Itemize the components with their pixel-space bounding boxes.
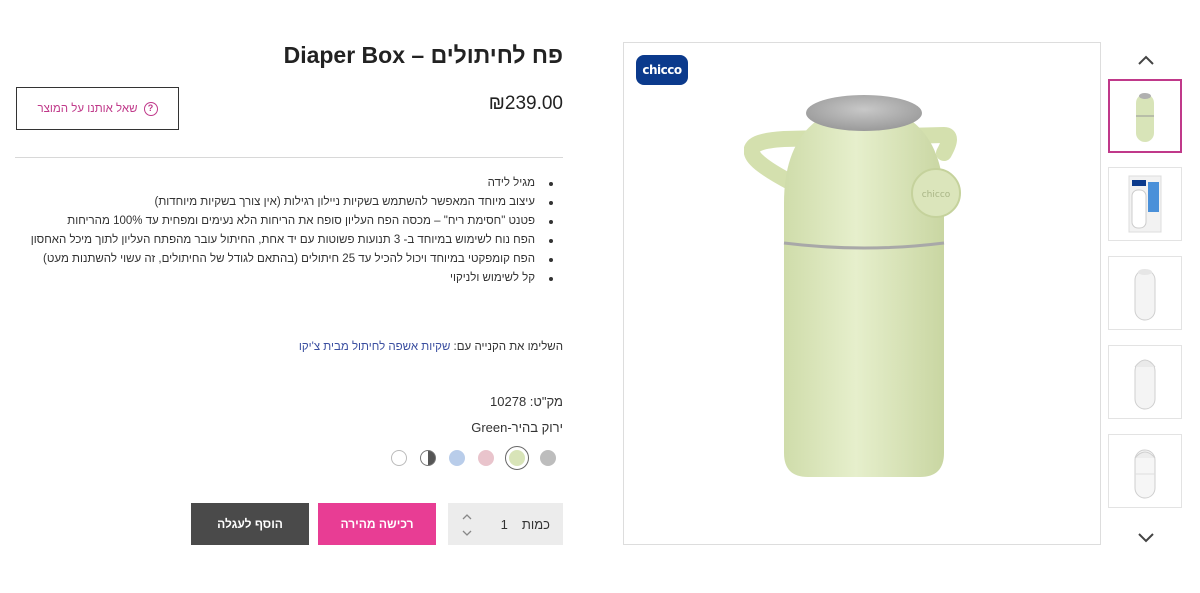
feature-item: מגיל לידה: [0, 174, 553, 193]
add-to-cart-button[interactable]: הוסף לעגלה: [191, 503, 309, 545]
question-icon: ?: [143, 101, 158, 116]
swatch-light-green[interactable]: [505, 446, 529, 470]
sku-label: מק"ט: 10278: [490, 394, 563, 409]
decrease-icon[interactable]: [460, 527, 474, 539]
features-list: מגיל לידה עיצוב מיוחד המאפשר להשתמש בשקי…: [0, 174, 563, 288]
divider: [15, 157, 563, 158]
swatch-pink[interactable]: [476, 448, 496, 468]
quantity-value[interactable]: 1: [501, 517, 508, 532]
complete-purchase-link[interactable]: שקיות אשפה לחיתול מבית צ'יקו: [299, 341, 450, 353]
quantity-label: כמות: [521, 516, 550, 532]
quantity-stepper[interactable]: [460, 511, 474, 539]
diaper-bin-illustration: chicco: [744, 95, 961, 477]
swatch-light-blue[interactable]: [447, 448, 467, 468]
feature-item: הפח קומפקטי במיוחד ויכול להכיל עד 25 חית…: [0, 250, 553, 269]
ask-about-product-button[interactable]: ? שאל אותנו על המוצר: [16, 87, 179, 130]
quantity-box: כמות 1: [448, 503, 563, 545]
thumbnail-green-bin[interactable]: [1108, 79, 1182, 153]
svg-text:chicco: chicco: [922, 190, 951, 200]
thumbs-down-chevron-icon[interactable]: [1130, 526, 1162, 550]
swatch-gray[interactable]: [538, 448, 558, 468]
feature-item: פטנט "חסימת ריח" – מכסה הפח העליון סופח …: [0, 212, 553, 231]
feature-item: הפח נוח לשימוש במיוחד ב- 3 תנועות פשוטות…: [0, 231, 553, 250]
chicco-logo: chicco: [636, 55, 688, 85]
thumbnail-white-bin[interactable]: [1108, 256, 1182, 330]
main-product-image[interactable]: chicco chicco: [623, 42, 1101, 545]
complete-purchase-text: השלימו את הקנייה עם: שקיות אשפה לחיתול מ…: [299, 341, 563, 353]
swatch-white[interactable]: [389, 448, 409, 468]
product-title: פח לחיתולים – Diaper Box: [283, 42, 563, 68]
swatch-dark-gray[interactable]: [418, 448, 438, 468]
feature-item: עיצוב מיוחד המאפשר להשתמש בשקיות ניילון …: [0, 193, 553, 212]
buy-now-button[interactable]: רכישה מהירה: [318, 503, 436, 545]
product-info: פח לחיתולים – Diaper Box ₪239.00 ? שאל א…: [15, 0, 563, 593]
selected-color-label: ירוק בהיר-Green: [471, 420, 563, 435]
thumbs-up-chevron-icon[interactable]: [1130, 48, 1162, 72]
feature-item: קל לשימוש ולניקוי: [0, 269, 553, 288]
increase-icon[interactable]: [460, 511, 474, 523]
complete-prefix: השלימו את הקנייה עם:: [450, 341, 563, 353]
color-swatches: [389, 446, 558, 470]
thumbnail-white-bin-open[interactable]: [1108, 345, 1182, 419]
thumbnail-package[interactable]: [1108, 167, 1182, 241]
ask-button-label: שאל אותנו על המוצר: [37, 102, 138, 115]
product-price: ₪239.00: [488, 93, 563, 114]
thumbnail-white-bin-side[interactable]: [1108, 434, 1182, 508]
